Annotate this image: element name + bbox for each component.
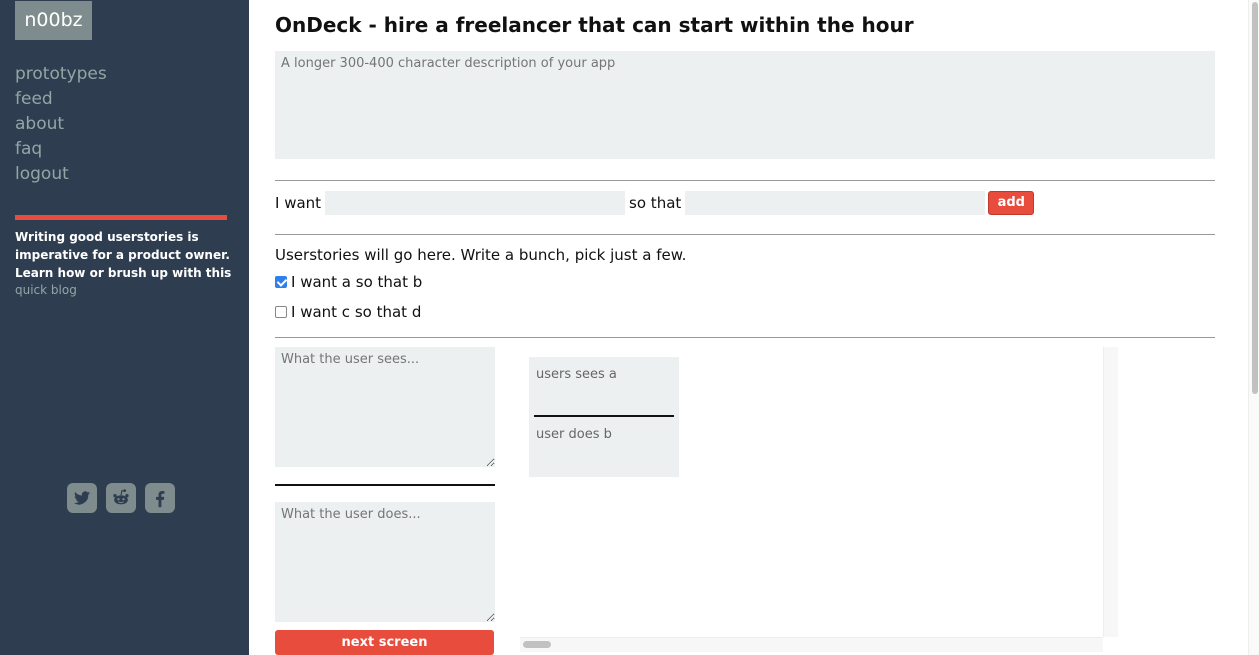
stories-caption: Userstories will go here. Write a bunch,… xyxy=(275,246,687,264)
page-title: OnDeck - hire a freelancer that can star… xyxy=(275,13,914,37)
so-that-input[interactable] xyxy=(685,191,986,215)
nav-item-prototypes[interactable]: prototypes xyxy=(15,62,107,87)
nav-item-about[interactable]: about xyxy=(15,112,107,137)
divider xyxy=(275,337,1215,338)
canvas-vertical-scrollbar[interactable] xyxy=(1103,347,1118,637)
reddit-icon[interactable] xyxy=(106,483,136,513)
i-want-label: I want xyxy=(275,194,322,212)
canvas-horizontal-scrollbar[interactable] xyxy=(520,637,1103,652)
canvas-scroll-thumb[interactable] xyxy=(523,641,551,648)
story-item: I want a so that b xyxy=(275,272,422,292)
story-checkbox[interactable] xyxy=(275,276,287,288)
accent-divider xyxy=(15,215,227,220)
story-checkbox[interactable] xyxy=(275,306,287,318)
app-description-input[interactable] xyxy=(275,51,1215,159)
user-sees-input[interactable] xyxy=(275,347,495,467)
sidebar: n00bz prototypes feed about faq logout W… xyxy=(0,0,249,655)
social-links xyxy=(67,483,175,513)
card-sees-text[interactable]: users sees a xyxy=(536,367,617,382)
facebook-icon[interactable] xyxy=(145,483,175,513)
nav-item-logout[interactable]: logout xyxy=(15,162,107,187)
divider xyxy=(275,180,1215,181)
main-content: OnDeck - hire a freelancer that can star… xyxy=(275,0,1215,655)
card-separator xyxy=(534,415,674,417)
sidebar-nav: prototypes feed about faq logout xyxy=(15,62,107,187)
divider xyxy=(275,234,1215,235)
logo[interactable]: n00bz xyxy=(15,1,92,40)
card-does-text[interactable]: user does b xyxy=(536,427,612,442)
screen-card[interactable]: users sees a user does b xyxy=(529,357,679,477)
nav-item-feed[interactable]: feed xyxy=(15,87,107,112)
quick-blog-link[interactable]: quick blog xyxy=(15,281,77,299)
add-button[interactable]: add xyxy=(988,191,1035,215)
story-item: I want c so that d xyxy=(275,302,421,322)
so-that-label: so that xyxy=(629,194,682,212)
editor-separator xyxy=(275,484,495,486)
nav-item-faq[interactable]: faq xyxy=(15,137,107,162)
twitter-icon[interactable] xyxy=(67,483,97,513)
story-label: I want a so that b xyxy=(291,273,423,291)
userstory-form: I want so that add xyxy=(275,190,1035,216)
i-want-input[interactable] xyxy=(325,191,626,215)
user-does-input[interactable] xyxy=(275,502,495,622)
story-label: I want c so that d xyxy=(291,303,422,321)
next-screen-button[interactable]: next screen xyxy=(275,630,494,655)
userstory-tip: Writing good userstories is imperative f… xyxy=(15,230,232,280)
page-scroll-thumb[interactable] xyxy=(1252,2,1258,394)
